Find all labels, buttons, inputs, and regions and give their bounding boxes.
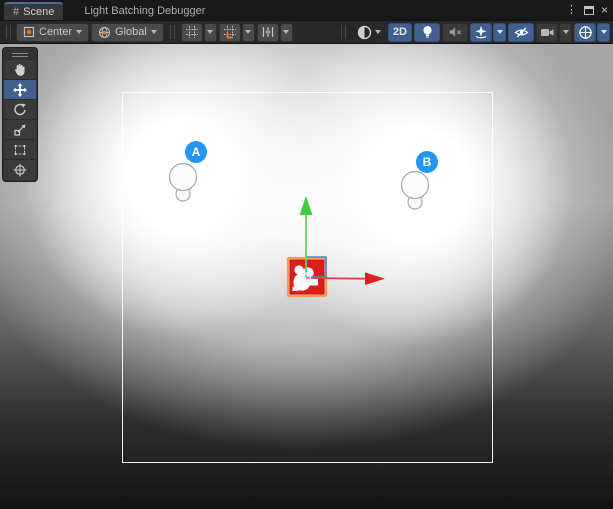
audio-toggle[interactable] bbox=[442, 23, 468, 42]
tool-scale[interactable] bbox=[4, 120, 36, 140]
chevron-down-icon bbox=[563, 30, 569, 34]
maximize-icon[interactable] bbox=[584, 6, 594, 15]
rect-tool-icon bbox=[13, 143, 27, 157]
grid-snapping-dropdown[interactable] bbox=[242, 23, 255, 42]
unity-scene-window: # Scene Light Batching Debugger ⋮ × Cent… bbox=[0, 0, 613, 509]
camera-settings-button[interactable] bbox=[536, 23, 558, 42]
2d-mode-toggle[interactable]: 2D bbox=[388, 23, 412, 42]
orientation-dropdown[interactable]: Global bbox=[91, 23, 164, 42]
effects-dropdown[interactable] bbox=[493, 23, 506, 42]
gizmo-origin-handle[interactable] bbox=[302, 273, 311, 282]
chevron-down-icon bbox=[245, 30, 251, 34]
toolbar-grip[interactable] bbox=[6, 25, 11, 39]
tool-column-grip[interactable] bbox=[4, 49, 36, 60]
component-gizmo-icon bbox=[578, 25, 593, 40]
audio-muted-icon bbox=[448, 26, 462, 38]
tool-hand[interactable] bbox=[4, 60, 36, 80]
pivot-dropdown[interactable]: Center bbox=[16, 23, 89, 42]
lightbulb-icon bbox=[421, 25, 434, 39]
scale-tool-icon bbox=[13, 123, 27, 137]
snap-increment-button[interactable] bbox=[257, 23, 279, 42]
close-icon[interactable]: × bbox=[601, 0, 608, 20]
light-badge-a[interactable]: A bbox=[185, 141, 207, 163]
grid-visibility-dropdown[interactable] bbox=[204, 23, 217, 42]
window-menu-icon[interactable]: ⋮ bbox=[566, 0, 577, 20]
grid-snapping-button[interactable] bbox=[219, 23, 241, 42]
scene-visibility-toggle[interactable] bbox=[508, 23, 534, 42]
hand-tool-icon bbox=[13, 63, 27, 77]
camera-icon bbox=[540, 27, 555, 38]
snap-increment-dropdown[interactable] bbox=[280, 23, 293, 42]
light-badge-b[interactable]: B bbox=[416, 151, 438, 173]
chevron-down-icon bbox=[207, 30, 213, 34]
visibility-off-icon bbox=[514, 26, 529, 39]
scene-lighting-toggle[interactable] bbox=[414, 23, 440, 42]
pivot-icon bbox=[23, 26, 35, 38]
tab-light-batching-debugger-label: Light Batching Debugger bbox=[84, 5, 205, 17]
tab-bar: # Scene Light Batching Debugger ⋮ × bbox=[0, 0, 613, 20]
rotate-tool-icon bbox=[13, 103, 27, 117]
grid-visibility-icon bbox=[185, 25, 199, 39]
orientation-label: Global bbox=[115, 26, 147, 38]
tab-light-batching-debugger[interactable]: Light Batching Debugger bbox=[75, 2, 214, 20]
shading-mode-dropdown[interactable] bbox=[352, 23, 386, 42]
tool-rotate[interactable] bbox=[4, 100, 36, 120]
transform-tool-icon bbox=[13, 163, 27, 177]
scene-viewport[interactable]: A B bbox=[0, 44, 613, 509]
light-badge-a-label: A bbox=[192, 145, 201, 159]
component-tools-toggle[interactable] bbox=[574, 23, 596, 42]
tool-column bbox=[2, 47, 38, 182]
window-controls: ⋮ × bbox=[566, 0, 613, 20]
grid-snapping-icon bbox=[223, 25, 237, 39]
chevron-down-icon bbox=[497, 30, 503, 34]
move-tool-icon bbox=[13, 83, 27, 97]
light-badge-b-label: B bbox=[423, 155, 432, 169]
toolbar-separator bbox=[170, 25, 175, 39]
effects-icon bbox=[474, 25, 488, 39]
tab-scene-label: Scene bbox=[23, 6, 54, 18]
snap-increment-icon bbox=[261, 25, 275, 39]
2d-mode-label: 2D bbox=[389, 26, 411, 38]
pivot-label: Center bbox=[39, 26, 72, 38]
move-gizmo[interactable] bbox=[280, 189, 395, 304]
tool-transform[interactable] bbox=[4, 160, 36, 180]
effects-toggle[interactable] bbox=[470, 23, 492, 42]
globe-icon bbox=[98, 26, 111, 39]
light-gizmo-a[interactable] bbox=[163, 156, 203, 204]
scene-tab-icon: # bbox=[13, 6, 18, 18]
chevron-down-icon bbox=[151, 30, 157, 34]
tool-move[interactable] bbox=[4, 80, 36, 100]
chevron-down-icon bbox=[283, 30, 289, 34]
chevron-down-icon bbox=[76, 30, 82, 34]
shading-mode-icon bbox=[357, 25, 372, 40]
chevron-down-icon bbox=[601, 30, 607, 34]
camera-settings-dropdown[interactable] bbox=[559, 23, 572, 42]
tab-scene[interactable]: # Scene bbox=[4, 2, 63, 20]
grid-visibility-button[interactable] bbox=[181, 23, 203, 42]
chevron-down-icon bbox=[375, 30, 381, 34]
tool-rect[interactable] bbox=[4, 140, 36, 160]
toolbar-separator bbox=[341, 25, 346, 39]
component-tools-dropdown[interactable] bbox=[597, 23, 610, 42]
scene-toolbar: Center Global bbox=[0, 20, 613, 44]
